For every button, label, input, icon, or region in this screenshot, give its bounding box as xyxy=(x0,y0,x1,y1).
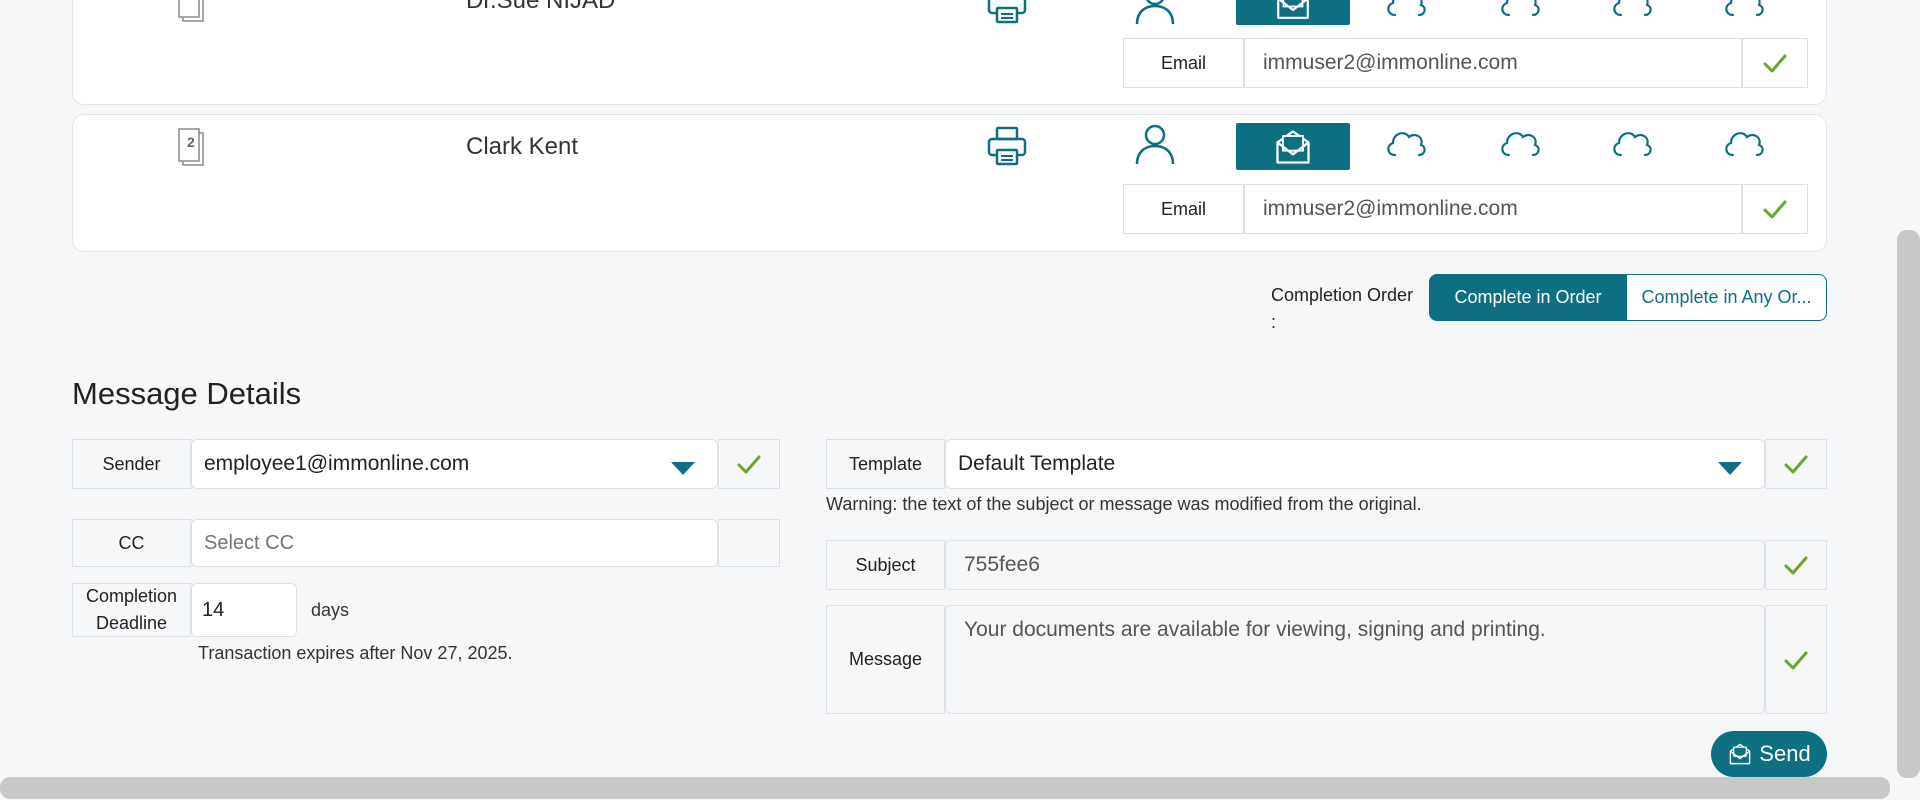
message-label: Message xyxy=(826,605,945,714)
email-icon xyxy=(1270,0,1316,23)
modified-warning: Warning: the text of the subject or mess… xyxy=(826,494,1422,514)
send-email-icon xyxy=(1727,741,1753,767)
sender-select[interactable]: employee1@immonline.com xyxy=(191,439,718,489)
email-method-button[interactable] xyxy=(1236,123,1350,170)
recipient-card: 2 Dr.Sue NIJAD Email immuser2@immonline.… xyxy=(72,0,1827,105)
deadline-unit: days xyxy=(311,600,350,620)
recipient-email-field[interactable]: immuser2@immonline.com xyxy=(1244,184,1742,234)
complete-in-order-option[interactable]: Complete in Order xyxy=(1429,274,1627,321)
cloud-key-icon[interactable] xyxy=(1383,121,1429,167)
subject-input[interactable]: 755fee6 xyxy=(945,540,1765,590)
delivery-method-label: Email xyxy=(1123,184,1244,234)
completion-deadline-label: Completion Deadline xyxy=(72,583,191,637)
cc-label: CC xyxy=(72,519,191,567)
confirm-check[interactable] xyxy=(1742,184,1808,234)
cloud-key-icon[interactable] xyxy=(1383,0,1429,27)
vertical-scrollbar[interactable] xyxy=(1897,230,1920,778)
printer-icon[interactable] xyxy=(984,0,1030,27)
sender-value: employee1@immonline.com xyxy=(204,452,470,475)
recipient-order: 2 xyxy=(193,0,201,2)
template-check[interactable] xyxy=(1765,439,1827,489)
email-icon xyxy=(1270,126,1316,168)
cc-input[interactable] xyxy=(191,519,718,567)
person-icon[interactable] xyxy=(1132,0,1178,27)
check-icon xyxy=(1783,647,1809,673)
email-method-button[interactable] xyxy=(1236,0,1350,25)
chevron-down-icon xyxy=(1718,458,1742,482)
shield-question-icon[interactable] xyxy=(1497,121,1543,167)
cc-check-placeholder xyxy=(718,519,780,567)
recipient-card: 2 Clark Kent Email immuser2@immonline.co… xyxy=(72,114,1827,252)
recipient-name: Clark Kent xyxy=(466,133,579,160)
template-select[interactable]: Default Template xyxy=(945,439,1765,489)
sender-check[interactable] xyxy=(718,439,780,489)
cloud-phone-icon[interactable] xyxy=(1609,121,1655,167)
printer-icon[interactable] xyxy=(984,123,1030,169)
person-icon[interactable] xyxy=(1132,121,1178,167)
template-label: Template xyxy=(826,439,945,489)
subject-label: Subject xyxy=(826,540,945,590)
check-icon xyxy=(1783,552,1809,578)
check-icon xyxy=(1783,451,1809,477)
message-text: Your documents are available for viewing… xyxy=(964,618,1546,641)
completion-order-label: Completion Order : xyxy=(1271,285,1414,332)
message-check[interactable] xyxy=(1765,605,1827,714)
send-label: Send xyxy=(1759,741,1811,766)
send-button[interactable]: Send xyxy=(1711,731,1827,777)
message-details-title: Message Details xyxy=(72,376,302,411)
complete-in-any-order-option[interactable]: Complete in Any Or... xyxy=(1627,274,1827,321)
cloud-person-icon[interactable] xyxy=(1721,121,1767,167)
recipient-email-field[interactable]: immuser2@immonline.com xyxy=(1244,38,1742,88)
sender-label: Sender xyxy=(72,439,191,489)
recipient-name: Dr.Sue NIJAD xyxy=(466,0,616,14)
delivery-method-label: Email xyxy=(1123,38,1244,88)
check-icon xyxy=(1762,196,1788,222)
chevron-down-icon xyxy=(671,458,695,482)
expiry-note: Transaction expires after Nov 27, 2025. xyxy=(198,643,513,663)
deadline-days-input[interactable]: 14 xyxy=(191,583,297,637)
check-icon xyxy=(1762,50,1788,76)
recipient-order: 2 xyxy=(187,134,195,150)
check-icon xyxy=(736,451,762,477)
shield-question-icon[interactable] xyxy=(1497,0,1543,27)
horizontal-scrollbar[interactable] xyxy=(0,777,1890,799)
subject-check[interactable] xyxy=(1765,540,1827,590)
message-textarea[interactable]: Your documents are available for viewing… xyxy=(945,605,1765,714)
cloud-person-icon[interactable] xyxy=(1721,0,1767,27)
cloud-phone-icon[interactable] xyxy=(1609,0,1655,27)
document-stack-icon xyxy=(175,0,209,23)
template-value: Default Template xyxy=(958,452,1116,475)
confirm-check[interactable] xyxy=(1742,38,1808,88)
